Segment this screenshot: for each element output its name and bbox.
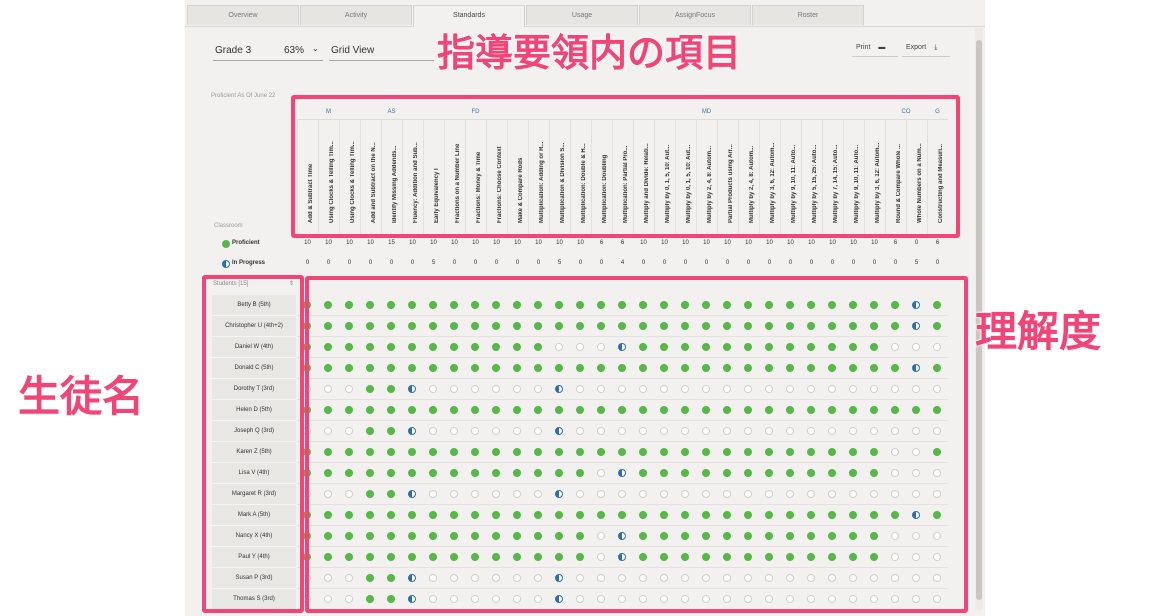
grade-select[interactable]: Grade 3 [215, 45, 251, 56]
in-progress-count: 0 [578, 260, 583, 266]
in-progress-count: 0 [452, 260, 457, 266]
proficient-count: 10 [640, 240, 647, 246]
proficient-count: 10 [661, 240, 668, 246]
proficient-count: 6 [893, 240, 898, 246]
in-progress-count: 0 [326, 260, 331, 266]
export-button[interactable]: Export ⤓ [906, 42, 937, 54]
tab-overview[interactable]: Overview [187, 5, 299, 25]
in-progress-count: 0 [662, 260, 667, 266]
in-progress-count: 5 [557, 260, 562, 266]
proficient-count: 10 [472, 240, 479, 246]
in-progress-count: 0 [935, 260, 940, 266]
in-progress-count: 0 [851, 260, 856, 266]
in-progress-count: 0 [368, 260, 373, 266]
in-progress-count: 0 [809, 260, 814, 266]
proficient-count: 10 [535, 240, 542, 246]
proficient-count: 10 [346, 240, 353, 246]
understanding-annotation: 理解度 [974, 307, 1102, 357]
in-progress-count: 0 [725, 260, 730, 266]
in-progress-count: 0 [389, 260, 394, 266]
grid-highlight-box [305, 276, 968, 613]
proficient-count: 6 [935, 240, 940, 246]
proficient-count: 10 [682, 240, 689, 246]
in-progress-count: 0 [830, 260, 835, 266]
proficient-count: 10 [703, 240, 710, 246]
standards-annotation: 指導要領内の項目 [436, 31, 742, 76]
proficient-count: 10 [304, 240, 311, 246]
proficient-count: 10 [430, 240, 437, 246]
classroom-label: Classroom [214, 223, 243, 229]
proficiency-date-label: Proficient As Of June 22 [211, 93, 276, 99]
grade-select-underline [213, 60, 323, 61]
in-progress-count: 0 [536, 260, 541, 266]
proficient-count: 10 [871, 240, 878, 246]
proficient-count: 10 [808, 240, 815, 246]
in-progress-count: 0 [305, 260, 310, 266]
in-progress-count: 4 [620, 260, 625, 266]
standards-highlight-box [291, 95, 960, 238]
proficient-count: 6 [599, 240, 604, 246]
proficient-legend-label: Proficient [232, 240, 260, 246]
proficient-count: 10 [724, 240, 731, 246]
percent-select[interactable]: 63% [284, 45, 304, 56]
print-button[interactable]: Print ▬ [856, 42, 885, 54]
proficient-count: 10 [787, 240, 794, 246]
in-progress-count: 0 [473, 260, 478, 266]
download-icon: ⤓ [934, 44, 938, 51]
proficient-count: 10 [556, 240, 563, 246]
proficient-count: 10 [514, 240, 521, 246]
proficient-count: 10 [577, 240, 584, 246]
view-select-underline [329, 60, 434, 61]
proficient-count: 10 [451, 240, 458, 246]
proficient-count: 10 [745, 240, 752, 246]
in-progress-count: 0 [683, 260, 688, 266]
in-progress-count: 5 [914, 260, 919, 266]
in-progress-count: 0 [599, 260, 604, 266]
in-progress-legend-icon [222, 260, 230, 268]
in-progress-count: 0 [893, 260, 898, 266]
in-progress-count: 0 [746, 260, 751, 266]
in-progress-count: 0 [788, 260, 793, 266]
proficient-count: 6 [620, 240, 625, 246]
in-progress-count: 0 [494, 260, 499, 266]
tab-activity[interactable]: Activity [300, 5, 412, 25]
proficient-legend-icon [222, 240, 230, 248]
view-select[interactable]: Grid View [331, 45, 374, 56]
print-label: Print [856, 44, 871, 51]
proficient-count: 10 [766, 240, 773, 246]
chevron-down-icon[interactable]: ⌄ [312, 44, 319, 53]
in-progress-count: 5 [431, 260, 436, 266]
in-progress-count: 0 [704, 260, 709, 266]
proficient-count: 10 [850, 240, 857, 246]
proficient-count: 15 [388, 240, 395, 246]
in-progress-count: 0 [347, 260, 352, 266]
in-progress-count: 0 [410, 260, 415, 266]
proficient-count: 10 [325, 240, 332, 246]
proficient-count: 10 [409, 240, 416, 246]
in-progress-count: 0 [641, 260, 646, 266]
export-label: Export [906, 44, 927, 51]
printer-icon: ▬ [878, 44, 886, 51]
in-progress-legend-label: In Progress [232, 260, 266, 266]
export-underline [902, 56, 950, 57]
print-underline [852, 56, 898, 57]
proficient-count: 10 [493, 240, 500, 246]
tab-roster[interactable]: Roster [752, 5, 864, 25]
students-highlight-box [202, 275, 304, 613]
in-progress-count: 0 [767, 260, 772, 266]
in-progress-count: 0 [872, 260, 877, 266]
in-progress-count: 0 [515, 260, 520, 266]
proficient-count: 10 [367, 240, 374, 246]
students-annotation: 生徒名 [17, 372, 145, 422]
proficient-count: 10 [829, 240, 836, 246]
proficient-count: 0 [914, 240, 919, 246]
